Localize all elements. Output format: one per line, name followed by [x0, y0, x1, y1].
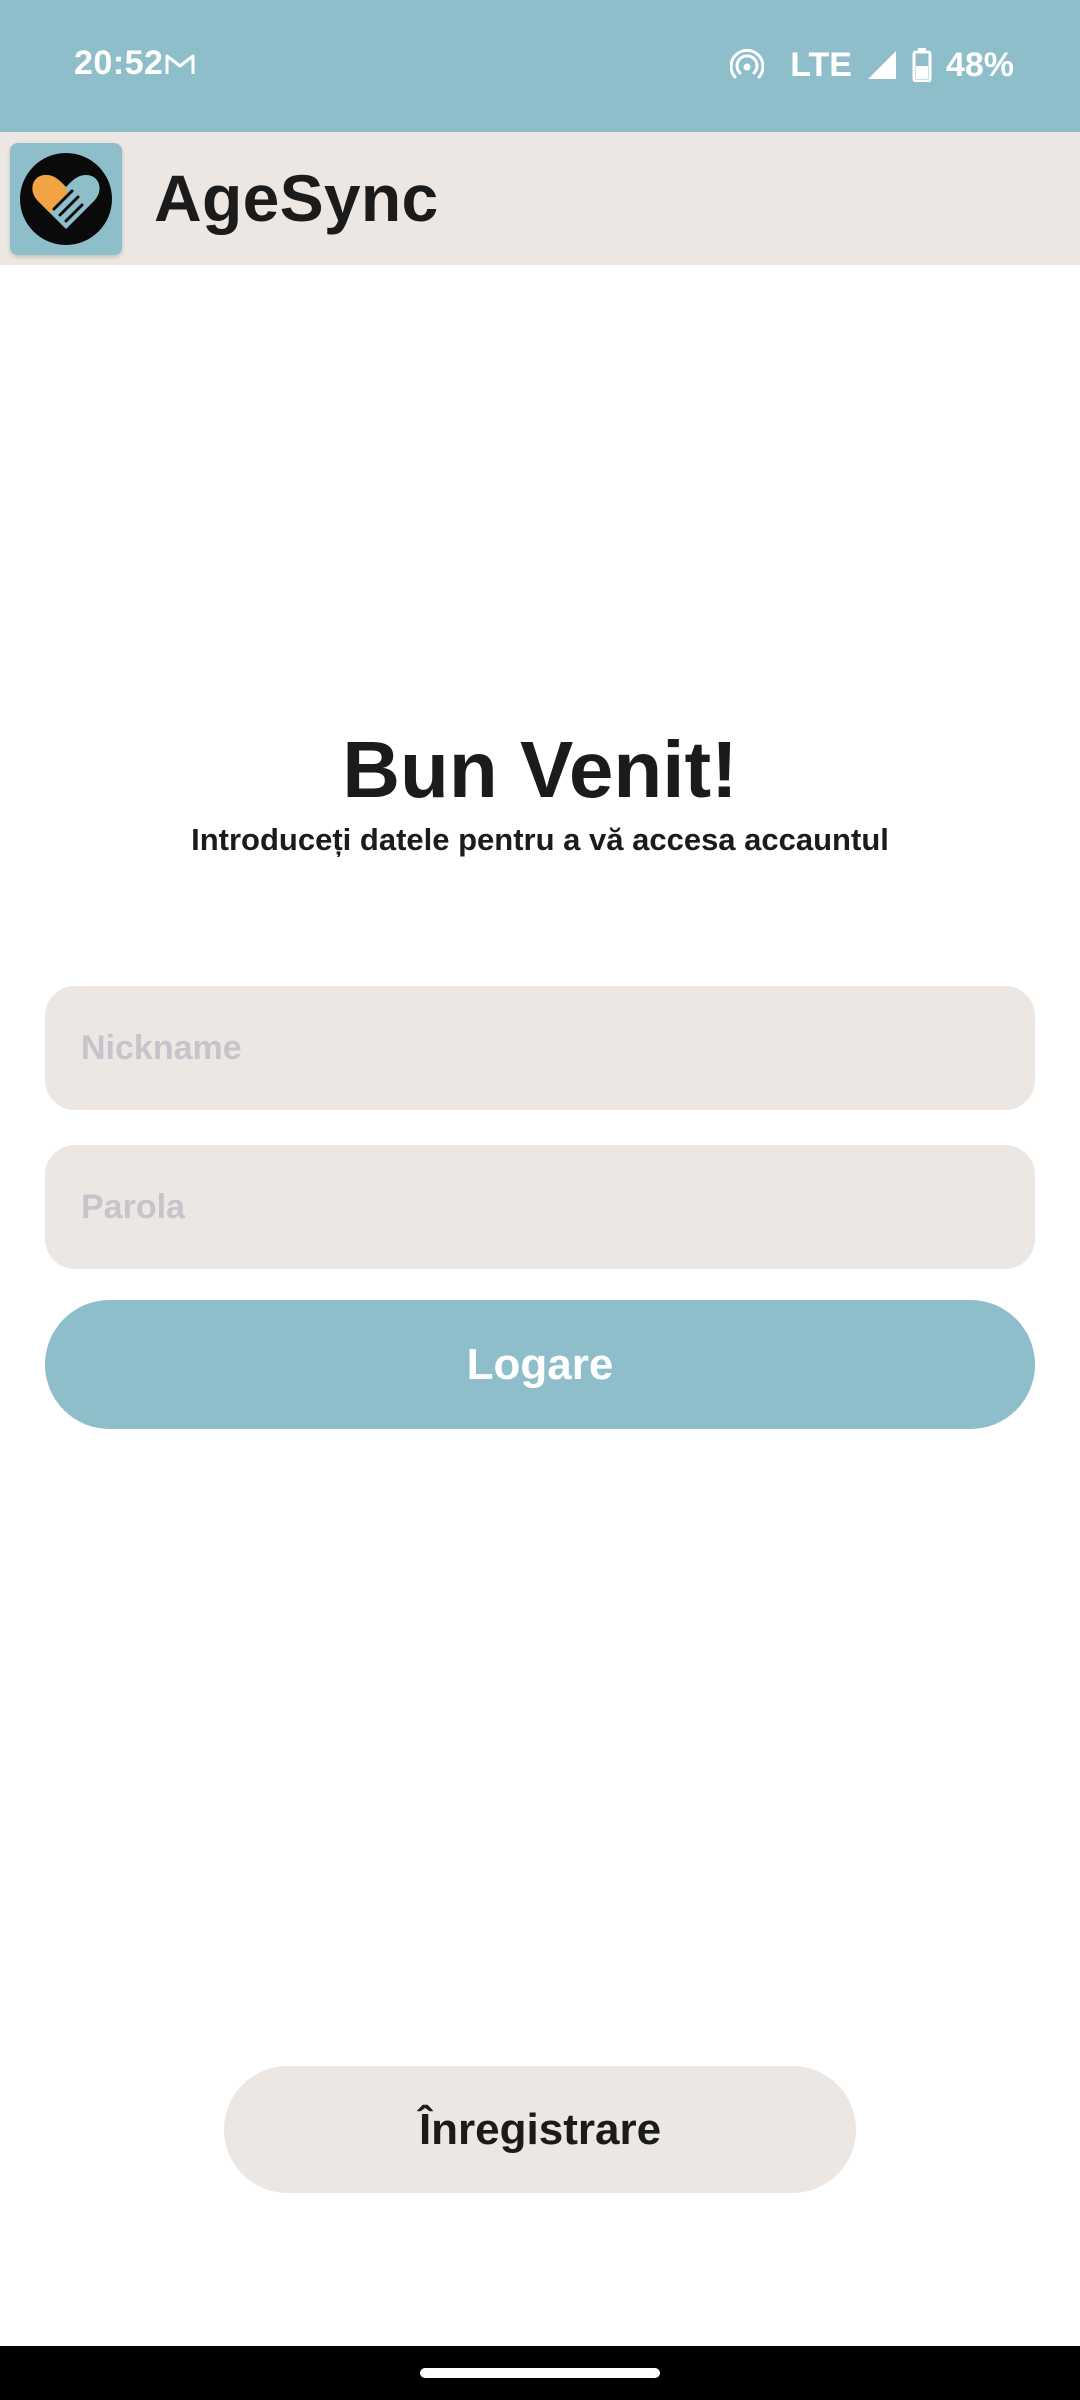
signal-icon — [867, 51, 896, 79]
home-indicator[interactable] — [420, 2368, 660, 2378]
password-field[interactable] — [45, 1145, 1035, 1269]
battery-icon — [912, 48, 932, 82]
navigation-bar — [0, 2346, 1080, 2400]
register-button[interactable]: Înregistrare — [224, 2066, 856, 2193]
battery-level: 48% — [945, 45, 1014, 84]
password-input[interactable] — [45, 1145, 1035, 1269]
hotspot-icon — [730, 48, 765, 79]
login-button[interactable]: Logare — [45, 1300, 1035, 1429]
status-indicators: LTE 48% — [730, 44, 1014, 86]
handshake-heart-icon — [20, 153, 112, 245]
status-time: 20:52 — [74, 44, 164, 82]
app-bar: AgeSync — [0, 132, 1080, 265]
gmail-icon — [165, 54, 195, 74]
nickname-field[interactable] — [45, 986, 1035, 1110]
status-bar: 20:52 LTE 48% — [0, 0, 1080, 132]
network-type: LTE — [790, 45, 852, 84]
welcome-subtitle: Introduceți datele pentru a vă accesa ac… — [191, 822, 889, 857]
app-logo — [10, 143, 122, 255]
welcome-title: Bun Venit! — [342, 725, 738, 814]
app-title: AgeSync — [154, 161, 439, 235]
nickname-input[interactable] — [45, 986, 1035, 1110]
